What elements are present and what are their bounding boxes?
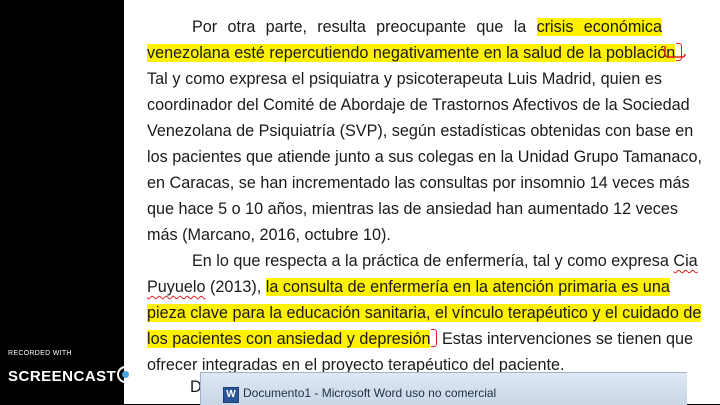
document-line[interactable]: pieza clave para la educación sanitaria,… xyxy=(147,300,702,326)
document-line[interactable]: más (Marcano, 2016, octubre 10). xyxy=(147,222,662,248)
document-line[interactable]: Por otra parte, resulta preocupante que … xyxy=(192,14,662,40)
misspelled-text: Puyuelo xyxy=(147,278,206,296)
document-line[interactable]: Venezolana de Psiquiatría (SVP), según e… xyxy=(147,118,693,144)
text-run: los pacientes que atiende junto a sus co… xyxy=(147,148,702,166)
document-line[interactable]: los pacientes con ansiedad y depresión E… xyxy=(147,326,693,352)
document-line[interactable]: venezolana esté repercutiendo negativame… xyxy=(147,40,683,66)
highlighted-text: pieza clave para la educación sanitaria,… xyxy=(147,304,702,322)
document-line[interactable]: los pacientes que atiende junto a sus co… xyxy=(147,144,702,170)
text-run: Tal y como expresa el psiquiatra y psico… xyxy=(147,70,662,88)
word-document-icon: W xyxy=(223,387,239,403)
highlighted-text: venezolana esté repercutiendo negativame… xyxy=(147,44,676,62)
watermark-logo: SCREENCAST MATIC xyxy=(8,366,184,385)
taskbar-window-preview[interactable]: W Documento1 - Microsoft Word uso no com… xyxy=(200,372,687,405)
watermark-brand-right: MATIC xyxy=(135,368,185,385)
document-line[interactable]: en Caracas, se han incrementado las cons… xyxy=(147,170,690,196)
watermark-recorded-with: RECORDED WITH xyxy=(8,350,72,357)
highlighted-text: los pacientes con ansiedad y depresión xyxy=(147,330,431,348)
document-line[interactable]: que hace 5 o 10 años, mientras las de an… xyxy=(147,196,678,222)
text-run: (2013), xyxy=(205,278,266,296)
document-line[interactable]: Puyuelo (2013), la consulta de enfermerí… xyxy=(147,274,670,300)
text-run: En lo que respecta a la práctica de enfe… xyxy=(192,252,674,270)
taskbar-window-title[interactable]: Documento1 - Microsoft Word uso no comer… xyxy=(243,386,496,400)
text-run: Por otra parte, resulta preocupante que … xyxy=(192,18,537,36)
screencast-watermark: RECORDED WITH SCREENCAST MATIC xyxy=(6,350,184,400)
highlighted-text: la consulta de enfermería en la atención… xyxy=(265,278,670,296)
red-margin-annotation xyxy=(664,46,686,58)
text-run: más (Marcano, 2016, octubre 10). xyxy=(147,226,391,244)
text-run: que hace 5 o 10 años, mientras las de an… xyxy=(147,200,678,218)
document-line[interactable]: coordinador del Comité de Abordaje de Tr… xyxy=(147,92,690,118)
document-line[interactable]: En lo que respecta a la práctica de enfe… xyxy=(192,248,698,274)
text-run: en Caracas, se han incrementado las cons… xyxy=(147,174,690,192)
watermark-brand-left: SCREENCAST xyxy=(8,368,117,385)
misspelled-text: Cia xyxy=(673,252,698,270)
highlighted-text: crisis económica xyxy=(536,18,662,36)
text-run: coordinador del Comité de Abordaje de Tr… xyxy=(147,96,690,114)
watermark-logo-icon xyxy=(117,366,135,383)
text-run: Venezolana de Psiquiatría (SVP), según e… xyxy=(147,122,694,140)
text-run: Estas intervenciones se tienen que xyxy=(437,330,694,348)
document-line[interactable]: Tal y como expresa el psiquiatra y psico… xyxy=(147,66,662,92)
